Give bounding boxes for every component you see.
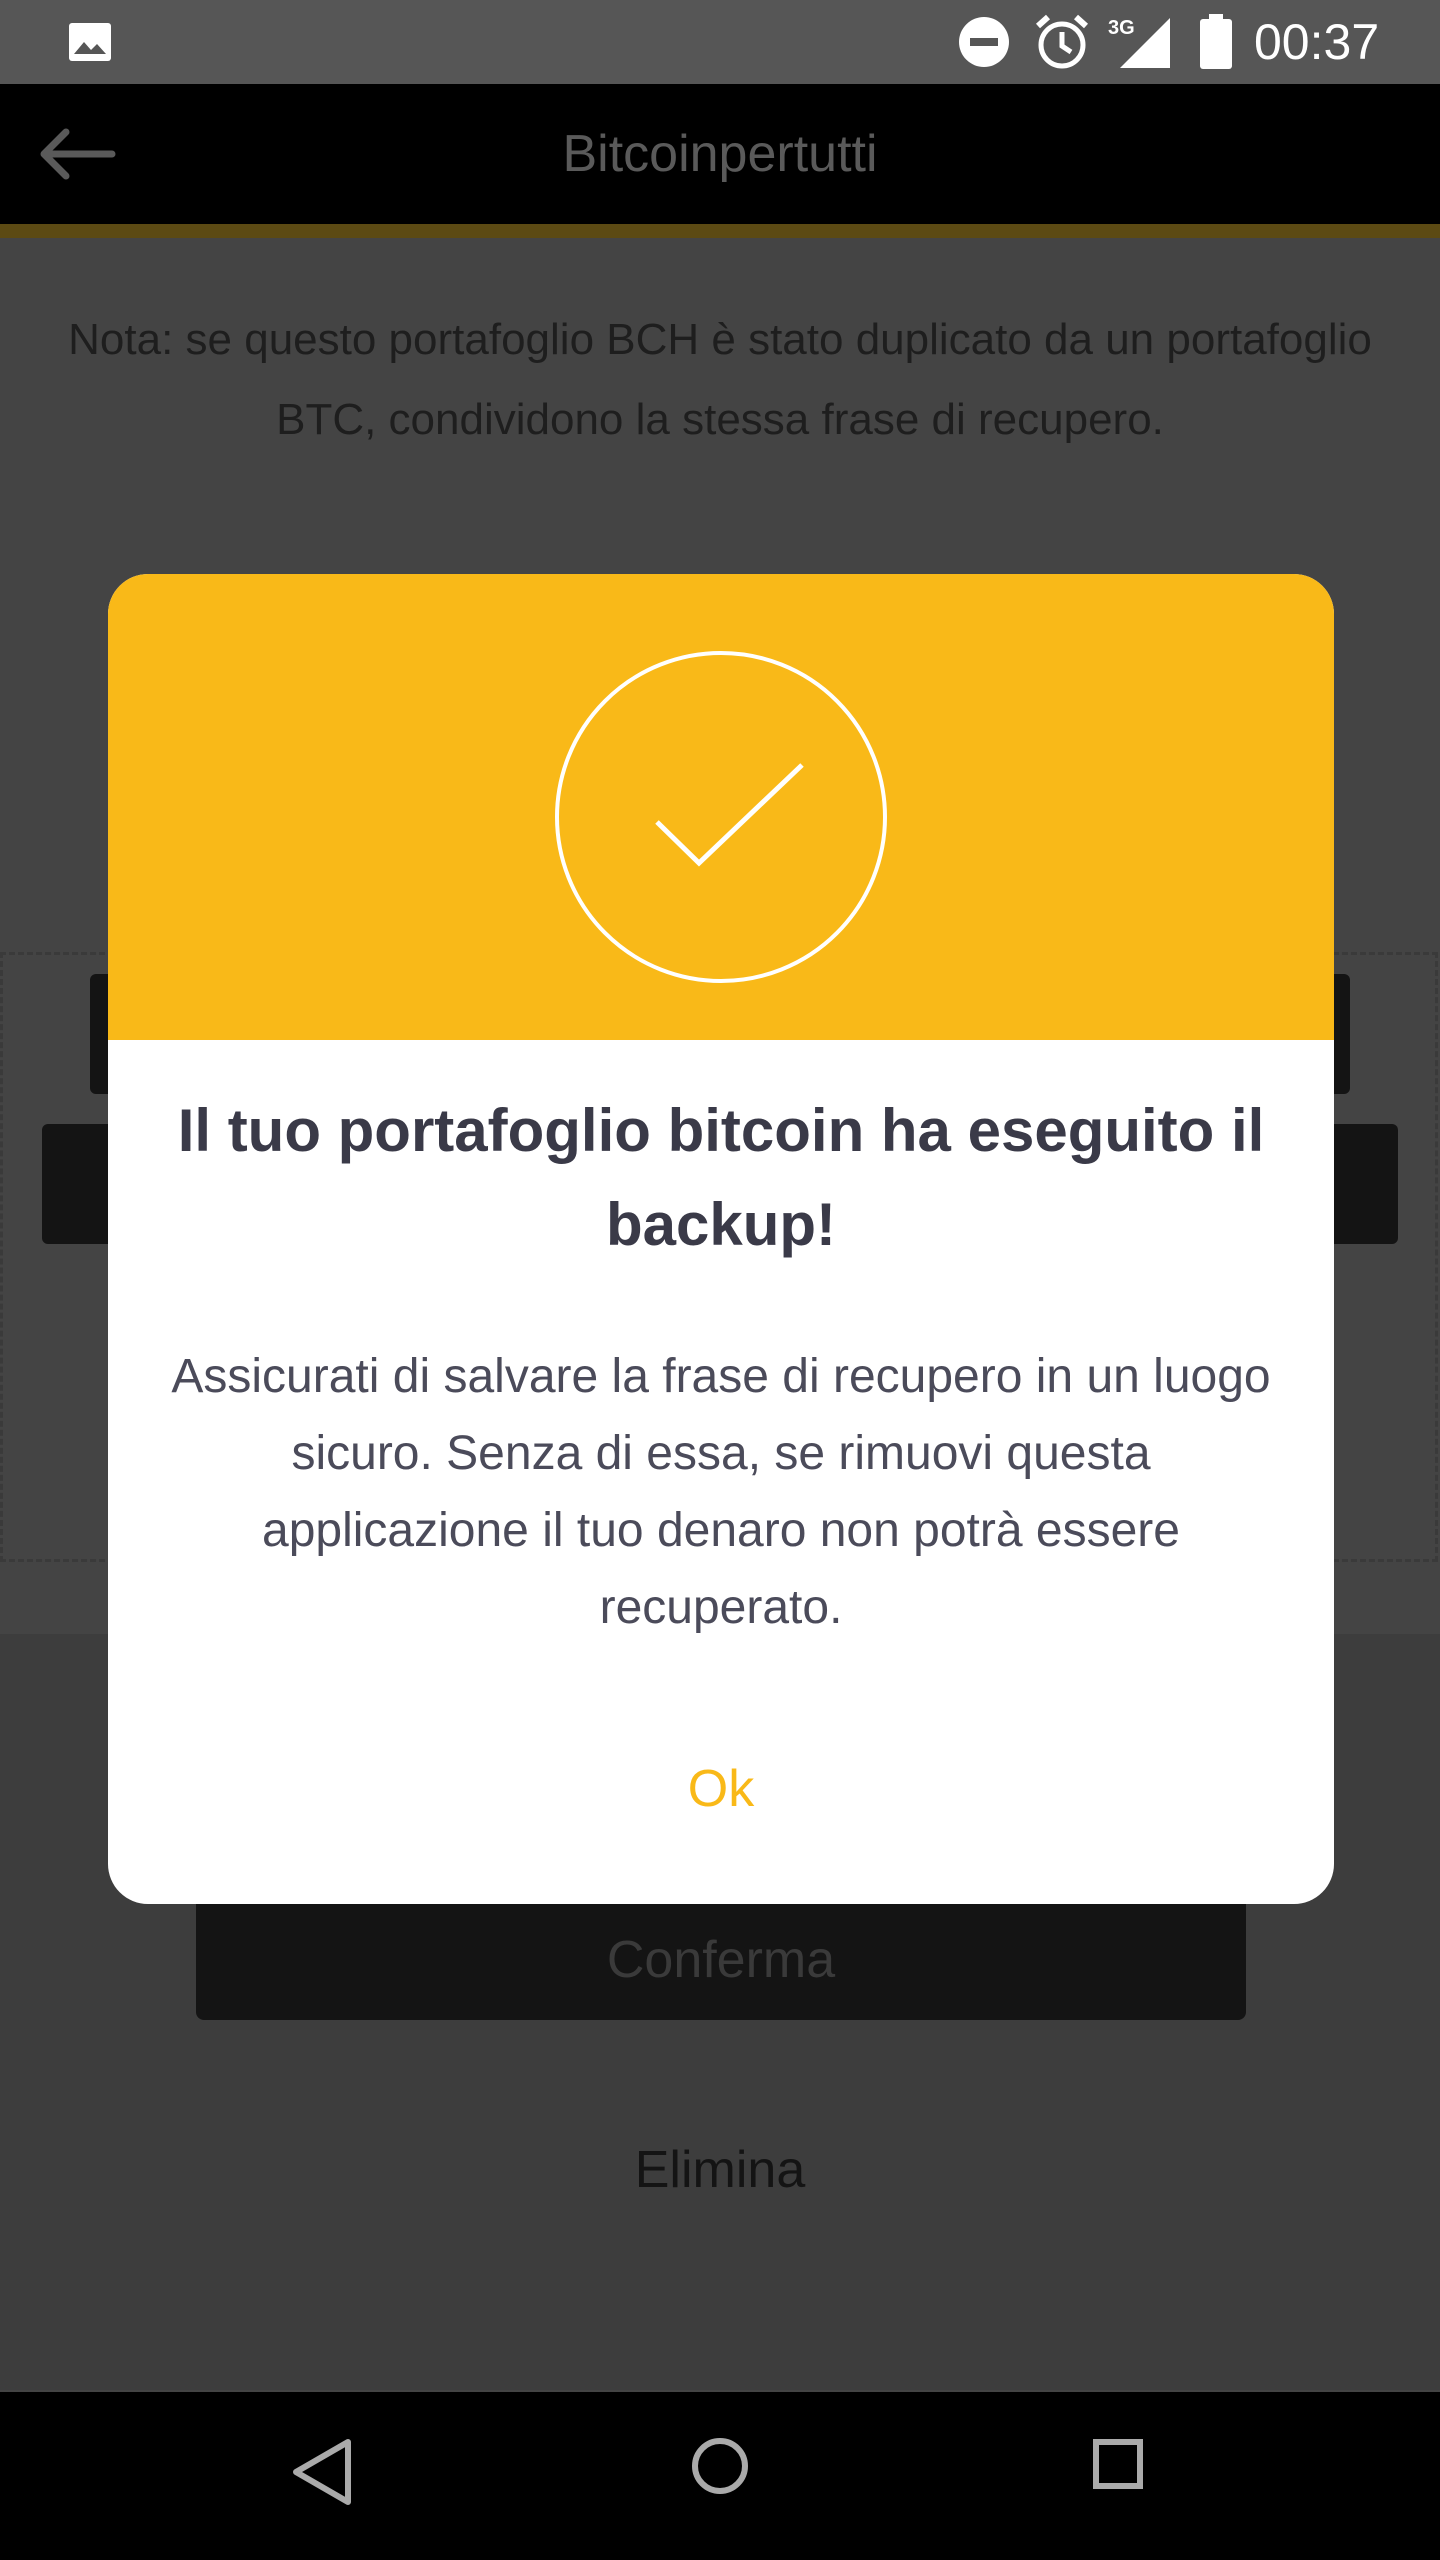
navigation-bar <box>0 2392 1440 2560</box>
checkmark-circle-icon <box>555 651 887 983</box>
status-bar: 3G 00:37 <box>0 0 1440 84</box>
backup-success-dialog: Il tuo portafoglio bitcoin ha eseguito i… <box>108 574 1334 1904</box>
app-bar: Bitcoinpertutti <box>0 84 1440 224</box>
do-not-disturb-icon <box>959 17 1009 67</box>
delete-button[interactable]: Elimina <box>0 2140 1440 2200</box>
dialog-message: Assicurati di salvare la frase di recupe… <box>171 1350 1271 1634</box>
dialog-header <box>108 574 1334 1040</box>
nav-back-icon[interactable] <box>290 2436 354 2508</box>
accent-divider <box>0 224 1440 238</box>
screen: 3G 00:37 Bitcoinpertutti Nota: se questo… <box>0 0 1440 2560</box>
bch-note-text: Nota: se questo portafoglio BCH è stato … <box>68 315 1372 444</box>
page-title: Bitcoinpertutti <box>562 125 878 183</box>
image-icon <box>69 23 111 61</box>
nav-home-icon[interactable] <box>690 2436 750 2496</box>
network-type-label: 3G <box>1108 17 1135 39</box>
nav-recents-icon[interactable] <box>1092 2438 1144 2490</box>
battery-icon <box>1200 14 1232 69</box>
ok-button[interactable]: Ok <box>621 1744 821 1834</box>
status-time: 00:37 <box>1254 14 1380 70</box>
signal-icon: 3G <box>1108 17 1170 68</box>
alarm-icon <box>1035 14 1089 69</box>
dialog-title: Il tuo portafoglio bitcoin ha eseguito i… <box>177 1097 1265 1258</box>
